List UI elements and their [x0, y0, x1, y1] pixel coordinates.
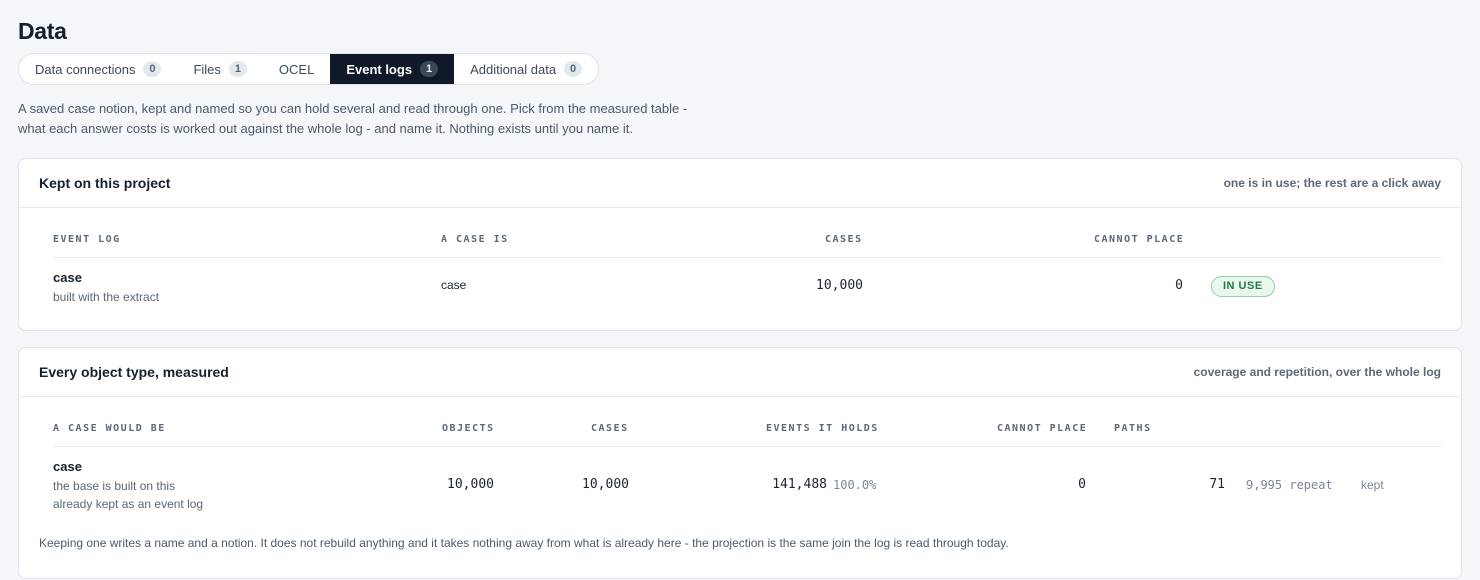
- paths-repeat: 9,995 repeat: [1246, 478, 1333, 492]
- panel-title: Kept on this project: [39, 175, 171, 191]
- col-header-cannot-place: CANNOT PLACE: [1094, 234, 1185, 245]
- intro-text: A saved case notion, kept and named so y…: [18, 99, 738, 139]
- event-log-desc: built with the extract: [53, 290, 160, 304]
- tab-event-logs[interactable]: Event logs 1: [330, 54, 455, 84]
- tab-label: Event logs: [346, 61, 413, 77]
- col-header-objects: OBJECTS: [442, 423, 495, 434]
- tab-label: OCEL: [278, 61, 315, 77]
- kept-status: kept: [1361, 478, 1384, 492]
- intro-line: A saved case notion, kept and named so y…: [18, 101, 688, 116]
- tab-count-badge: 0: [143, 61, 162, 77]
- table-header: EVENT LOG A CASE IS CASES CANNOT PLACE: [53, 208, 1441, 258]
- in-use-badge: IN USE: [1211, 276, 1275, 297]
- paths-value: 71: [1209, 477, 1225, 492]
- data-tabs: Data connections 0 Files 1 OCEL Event lo…: [18, 53, 600, 85]
- measured-panel: Every object type, measured coverage and…: [18, 347, 1462, 579]
- col-header-cases: CASES: [591, 423, 629, 434]
- panel-header: Kept on this project one is in use; the …: [19, 159, 1461, 208]
- panel-header: Every object type, measured coverage and…: [19, 348, 1461, 397]
- col-header-case-would-be: A CASE WOULD BE: [53, 423, 166, 434]
- col-header-paths: PATHS: [1114, 423, 1152, 434]
- tab-ocel[interactable]: OCEL: [263, 54, 330, 84]
- case-is-value: case: [441, 278, 467, 292]
- col-header-event-log: EVENT LOG: [53, 234, 121, 245]
- measured-table: A CASE WOULD BE OBJECTS CASES EVENTS IT …: [53, 397, 1441, 537]
- cannot-place-value: 0: [1078, 477, 1086, 492]
- col-header-case-is: A CASE IS: [441, 234, 509, 245]
- event-log-name: case: [53, 270, 82, 285]
- events-percent: 100.0%: [833, 478, 877, 492]
- tab-count-badge: 0: [564, 61, 583, 77]
- table-header: A CASE WOULD BE OBJECTS CASES EVENTS IT …: [53, 397, 1441, 447]
- cases-value: 10,000: [582, 477, 629, 492]
- kept-panel: Kept on this project one is in use; the …: [18, 158, 1462, 331]
- tab-additional-data[interactable]: Additional data 0: [454, 54, 598, 84]
- tab-label: Additional data: [470, 61, 557, 77]
- panel-note: one is in use; the rest are a click away: [1223, 176, 1441, 190]
- col-header-cannot-place: CANNOT PLACE: [997, 423, 1088, 434]
- tab-count-badge: 1: [228, 61, 247, 77]
- tab-label: Data connections: [35, 61, 136, 77]
- cases-value: 10,000: [816, 278, 863, 293]
- col-header-events-it-holds: EVENTS IT HOLDS: [766, 423, 879, 434]
- table-row[interactable]: case built with the extract case 10,000 …: [53, 258, 1441, 330]
- tab-data-connections[interactable]: Data connections 0: [19, 54, 177, 84]
- panel-note: coverage and repetition, over the whole …: [1193, 365, 1441, 379]
- tab-label: Files: [193, 61, 221, 77]
- object-type-name: case: [53, 459, 82, 474]
- tab-files[interactable]: Files 1: [177, 54, 262, 84]
- kept-table: EVENT LOG A CASE IS CASES CANNOT PLACE c…: [53, 208, 1441, 330]
- objects-value: 10,000: [447, 477, 494, 492]
- panel-title: Every object type, measured: [39, 364, 229, 380]
- events-value: 141,488: [772, 477, 827, 492]
- tab-count-badge: 1: [420, 61, 439, 77]
- object-type-desc: the base is built on this: [53, 479, 176, 493]
- table-row[interactable]: case the base is built on this already k…: [53, 447, 1441, 537]
- intro-line: what each answer costs is worked out aga…: [18, 121, 633, 136]
- cannot-place-value: 0: [1175, 278, 1183, 293]
- col-header-cases: CASES: [825, 234, 863, 245]
- object-type-desc: already kept as an event log: [53, 497, 204, 511]
- page-title: Data: [18, 18, 67, 44]
- footnote: Keeping one writes a name and a notion. …: [39, 536, 1009, 550]
